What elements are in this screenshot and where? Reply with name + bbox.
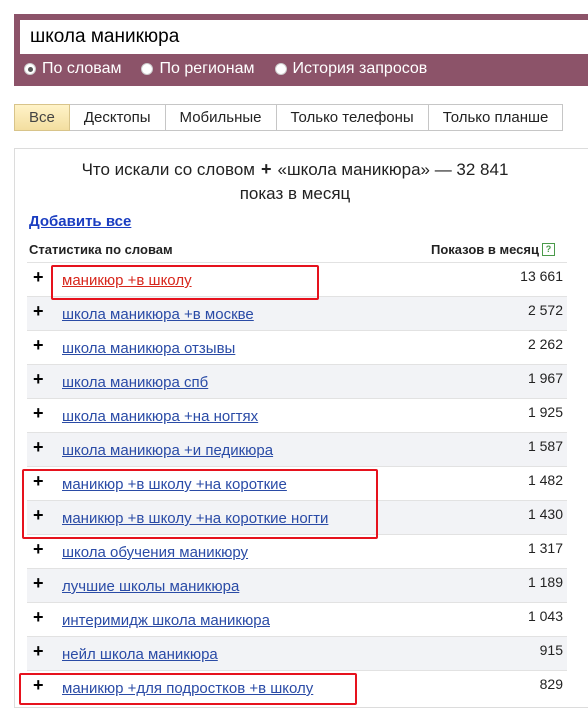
tab-mobile[interactable]: Мобильные: [165, 104, 277, 131]
add-plus-icon[interactable]: +: [33, 301, 44, 321]
add-plus-icon[interactable]: +: [33, 437, 44, 457]
tab-phones-only[interactable]: Только телефоны: [276, 104, 429, 131]
help-icon[interactable]: ?: [541, 243, 555, 256]
column-header-impressions: Показов в месяц ?: [431, 242, 555, 257]
table-row: + школа маникюра +на ногтях 1 925: [27, 398, 567, 432]
summary-line2: показ в месяц: [239, 184, 351, 203]
add-plus-icon[interactable]: +: [33, 369, 44, 389]
column-header-words: Статистика по словам: [29, 242, 173, 257]
impressions-count: 1 043: [527, 608, 563, 624]
impressions-count: 829: [539, 676, 563, 692]
query-link[interactable]: маникюр +в школу +на короткие ногти: [62, 510, 328, 527]
summary-heading: Что искали со словом + «школа маникюра» — …: [15, 157, 575, 206]
table-row: + интеримидж школа маникюра 1 043: [27, 602, 567, 636]
radio-dot-icon[interactable]: [141, 63, 154, 75]
add-plus-icon[interactable]: +: [33, 335, 44, 355]
query-link[interactable]: нейл школа маникюра: [62, 646, 218, 663]
table-row: + маникюр +в школу +на короткие ногти 1 …: [27, 500, 567, 534]
table-row: + маникюр +для подростков +в школу 829: [27, 670, 567, 704]
search-header: школа маникюра По словам По регионам Ист…: [14, 14, 588, 86]
table-row: + школа обучения маникюру 1 317: [27, 534, 567, 568]
impressions-count: 915: [539, 642, 563, 658]
impressions-count: 13 661: [520, 268, 563, 284]
query-link[interactable]: лучшие школы маникюра: [62, 578, 239, 595]
query-link[interactable]: школа маникюра +в москве: [62, 306, 254, 323]
add-all-link[interactable]: Добавить все: [29, 213, 131, 230]
add-plus-icon[interactable]: +: [33, 573, 44, 593]
radio-by-regions[interactable]: По регионам: [141, 60, 255, 78]
table-row: + маникюр +в школу +на короткие 1 482: [27, 466, 567, 500]
add-plus-icon[interactable]: +: [33, 505, 44, 525]
impressions-count: 1 967: [527, 370, 563, 386]
table-row: + лучшие школы маникюра 1 189: [27, 568, 567, 602]
impressions-count: 1 587: [527, 438, 563, 454]
search-input[interactable]: школа маникюра: [20, 20, 588, 54]
column-header-label: Показов в месяц: [431, 242, 539, 257]
query-link[interactable]: школа маникюра спб: [62, 374, 208, 391]
add-plus-icon[interactable]: +: [33, 641, 44, 661]
add-plus-icon[interactable]: +: [33, 607, 44, 627]
impressions-count: 1 482: [527, 472, 563, 488]
results-table: + маникюр +в школу 13 661 + школа маникю…: [27, 262, 567, 704]
add-plus-icon[interactable]: +: [33, 539, 44, 559]
impressions-count: 1 430: [527, 506, 563, 522]
query-link[interactable]: школа обучения маникюру: [62, 544, 248, 561]
tab-all[interactable]: Все: [14, 104, 70, 131]
impressions-count: 1 317: [527, 540, 563, 556]
summary-rest: «школа маникюра» — 32 841: [277, 160, 509, 179]
device-tabs: Все Десктопы Мобильные Только телефоны Т…: [14, 104, 564, 131]
query-link[interactable]: школа маникюра отзывы: [62, 340, 235, 357]
table-row: + нейл школа маникюра 915: [27, 636, 567, 670]
add-plus-icon[interactable]: +: [33, 267, 44, 287]
query-link[interactable]: школа маникюра +на ногтях: [62, 408, 258, 425]
radio-dot-icon[interactable]: [24, 63, 36, 75]
query-link[interactable]: маникюр +в школу: [62, 272, 192, 289]
summary-prefix: Что искали со словом: [81, 160, 255, 179]
results-panel: Что искали со словом + «школа маникюра» — …: [14, 148, 588, 708]
table-row: + школа маникюра спб 1 967: [27, 364, 567, 398]
query-link[interactable]: маникюр +в школу +на короткие: [62, 476, 287, 493]
query-link[interactable]: маникюр +для подростков +в школу: [62, 680, 313, 697]
impressions-count: 2 262: [527, 336, 563, 352]
radio-label: История запросов: [292, 60, 428, 77]
table-row: + школа маникюра отзывы 2 262: [27, 330, 567, 364]
tab-tablets-only[interactable]: Только планше: [428, 104, 564, 131]
radio-dot-icon[interactable]: [274, 63, 287, 75]
table-row: + маникюр +в школу 13 661: [27, 262, 567, 296]
add-plus-icon[interactable]: +: [33, 471, 44, 491]
add-plus-icon[interactable]: +: [33, 403, 44, 423]
impressions-count: 1 189: [527, 574, 563, 590]
table-row: + школа маникюра +в москве 2 572: [27, 296, 567, 330]
table-row: + школа маникюра +и педикюра 1 587: [27, 432, 567, 466]
query-link[interactable]: интеримидж школа маникюра: [62, 612, 270, 629]
tab-desktops[interactable]: Десктопы: [69, 104, 166, 131]
radio-label: По регионам: [159, 60, 255, 77]
impressions-count: 1 925: [527, 404, 563, 420]
search-mode-radios: По словам По регионам История запросов: [24, 59, 447, 79]
radio-history[interactable]: История запросов: [274, 60, 428, 78]
radio-by-words[interactable]: По словам: [24, 60, 121, 78]
add-plus-icon[interactable]: +: [33, 675, 44, 695]
plus-icon: +: [260, 159, 272, 179]
radio-label: По словам: [42, 60, 122, 77]
query-link[interactable]: школа маникюра +и педикюра: [62, 442, 273, 459]
impressions-count: 2 572: [527, 302, 563, 318]
